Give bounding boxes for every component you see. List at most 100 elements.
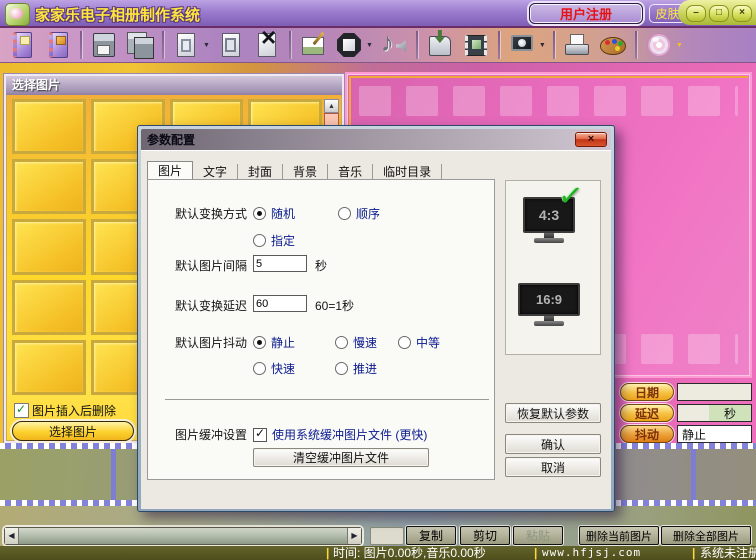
radio-random[interactable]: 随机	[253, 205, 295, 222]
radio-sequence[interactable]: 顺序	[338, 205, 380, 222]
interval-input[interactable]	[253, 255, 307, 272]
delete-all-pictures-button[interactable]: 删除全部图片	[661, 526, 751, 545]
radio-assign[interactable]: 指定	[253, 232, 295, 249]
burn-disc-button[interactable]: ▼	[642, 29, 685, 62]
dropdown-arrow-icon[interactable]: ▼	[203, 42, 210, 49]
cache-checkbox-option[interactable]: 使用系统缓冲图片文件 (更快)	[253, 426, 427, 443]
new-album-icon	[7, 30, 37, 60]
status-registration: 系统未注册	[700, 546, 756, 560]
date-field[interactable]	[677, 383, 752, 401]
toolbar-separator	[635, 31, 637, 59]
film-square	[453, 86, 485, 116]
radio-fast[interactable]: 快速	[253, 360, 295, 377]
color-palette-button[interactable]	[596, 29, 630, 62]
save-icon	[89, 30, 119, 60]
small-status-box	[370, 527, 404, 545]
film-square	[688, 86, 720, 116]
transform-mode-label: 默认变换方式	[175, 207, 247, 221]
film-square	[688, 334, 720, 364]
import-pictures-button[interactable]	[423, 29, 457, 62]
thumbnail-cell[interactable]	[12, 159, 86, 214]
horizontal-scrollbar[interactable]: ◀ ▶	[4, 527, 362, 545]
interval-label: 默认图片间隔	[175, 259, 247, 273]
edit-picture-button[interactable]	[296, 29, 330, 62]
status-time: 时间: 图片0.00秒,音乐0.00秒	[333, 546, 486, 560]
film-square	[500, 86, 532, 116]
delay-button[interactable]: 延迟	[620, 404, 674, 422]
status-website: www.hfjsj.com	[542, 546, 641, 560]
dropdown-arrow-icon[interactable]: ▼	[366, 42, 373, 49]
film-square	[594, 86, 626, 116]
dropdown-arrow-icon[interactable]: ▼	[539, 42, 546, 49]
close-button[interactable]: ×	[732, 5, 752, 22]
display-settings-button[interactable]: ▼	[505, 29, 548, 62]
radio-slow[interactable]: 慢速	[335, 334, 377, 351]
dialog-titlebar[interactable]: 参数配置 ×	[141, 129, 611, 150]
radio-medium[interactable]: 中等	[398, 334, 440, 351]
green-check-icon: ✓	[556, 178, 585, 215]
export-video-button[interactable]	[459, 29, 493, 62]
insert-picture-button[interactable]: ▼	[169, 29, 212, 62]
tab-music[interactable]: 音乐	[328, 164, 373, 180]
confirm-button[interactable]: 确认	[505, 434, 601, 454]
panel-title: 选择图片	[6, 76, 342, 95]
new-album-button[interactable]	[5, 29, 39, 62]
replace-picture-icon	[216, 30, 246, 60]
radio-selected-icon	[253, 336, 266, 349]
delete-current-picture-button[interactable]: 删除当前图片	[579, 526, 659, 545]
delay-field[interactable]: 秒	[677, 404, 752, 422]
replace-picture-button[interactable]	[214, 29, 248, 62]
thumbnail-cell[interactable]	[12, 219, 86, 274]
restore-defaults-button[interactable]: 恢复默认参数	[505, 403, 601, 423]
edit-picture-icon	[298, 30, 328, 60]
cut-button[interactable]: 剪切	[460, 526, 510, 545]
checkbox-checked-icon[interactable]	[253, 428, 267, 442]
scroll-left-icon[interactable]: ◀	[5, 528, 19, 544]
delete-after-insert-label: 图片插入后删除	[32, 402, 116, 419]
save-button[interactable]	[87, 29, 121, 62]
delay-unit-label: 秒	[709, 405, 751, 421]
delete-picture-button[interactable]	[250, 29, 284, 62]
open-album-button[interactable]	[41, 29, 75, 62]
jitter-field[interactable]: 静止	[677, 425, 752, 443]
select-pictures-button[interactable]: 选择图片	[12, 421, 134, 441]
save-all-button[interactable]	[123, 29, 157, 62]
maximize-button[interactable]: □	[709, 5, 729, 22]
cancel-button[interactable]: 取消	[505, 457, 601, 477]
cache-label: 图片缓冲设置	[175, 428, 247, 442]
tab-cover[interactable]: 封面	[238, 164, 283, 180]
radio-push[interactable]: 推进	[335, 360, 377, 377]
thumbnail-cell[interactable]	[12, 340, 86, 395]
app-window: 家家乐电子相册制作系统 用户注册 皮肤 – □ × ▼▼▼▼ 选择图片 ▲ 图片…	[0, 0, 756, 560]
paste-button[interactable]: 粘贴	[513, 526, 563, 545]
user-register-button[interactable]: 用户注册	[529, 3, 643, 24]
tab-picture[interactable]: 图片	[147, 161, 193, 180]
tab-temp-directory[interactable]: 临时目录	[373, 164, 442, 180]
status-separator: |	[326, 546, 329, 560]
delete-after-insert-option[interactable]: 图片插入后删除	[14, 402, 116, 419]
tab-background[interactable]: 背景	[283, 164, 328, 180]
copy-button[interactable]: 复制	[406, 526, 456, 545]
checkbox-checked-icon[interactable]	[14, 403, 29, 418]
radio-icon	[398, 336, 411, 349]
radio-static[interactable]: 静止	[253, 334, 295, 351]
date-button[interactable]: 日期	[620, 383, 674, 401]
monitor-16-9-icon[interactable]: 16:9	[518, 283, 580, 326]
jitter-button[interactable]: 抖动	[620, 425, 674, 443]
thumbnail-cell[interactable]	[12, 99, 86, 154]
jitter-row: 抖动 静止	[620, 425, 752, 443]
delay-input[interactable]	[253, 295, 307, 312]
scroll-up-icon[interactable]: ▲	[324, 99, 339, 113]
thumbnail-cell[interactable]	[12, 280, 86, 335]
photo-frame-button[interactable]: ▼	[332, 29, 375, 62]
interval-unit-label: 秒	[315, 259, 327, 273]
scroll-right-icon[interactable]: ▶	[347, 528, 361, 544]
music-button[interactable]	[377, 29, 411, 62]
dropdown-arrow-icon[interactable]: ▼	[676, 42, 683, 49]
dialog-close-button[interactable]: ×	[575, 132, 607, 147]
print-preview-button[interactable]	[560, 29, 594, 62]
clear-cache-button[interactable]: 清空缓冲图片文件	[253, 448, 429, 467]
toolbar-separator	[289, 31, 291, 59]
minimize-button[interactable]: –	[686, 5, 706, 22]
tab-text[interactable]: 文字	[193, 164, 238, 180]
